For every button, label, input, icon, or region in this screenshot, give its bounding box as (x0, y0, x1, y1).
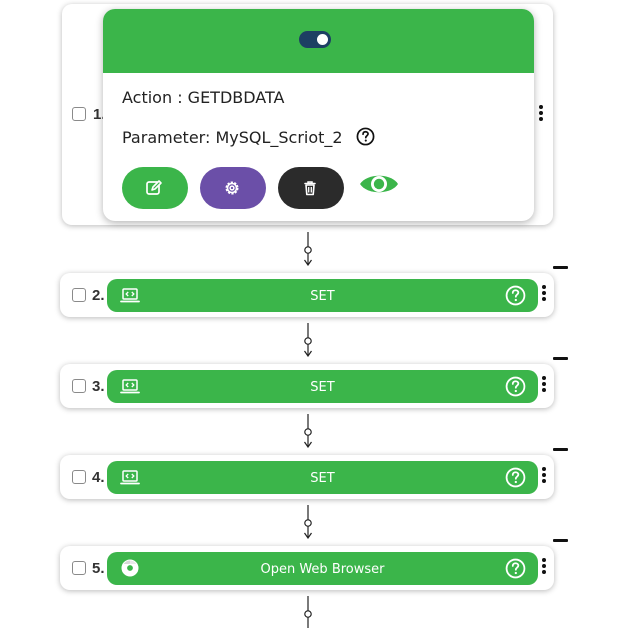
step-bar-set[interactable]: SET (107, 461, 538, 494)
help-icon[interactable] (505, 558, 526, 579)
delete-button[interactable] (278, 167, 344, 209)
step-label: SET (310, 471, 335, 486)
step-number-3: 3. (92, 378, 105, 395)
step-checkbox-4[interactable] (72, 470, 86, 484)
collapse-button[interactable] (553, 448, 568, 451)
step-checkbox-1[interactable] (72, 107, 86, 121)
step-menu-3[interactable] (541, 376, 547, 394)
step-checkbox-3[interactable] (72, 379, 86, 393)
action-text: Action : GETDBDATA (122, 88, 285, 107)
step-number-5: 5. (92, 560, 105, 577)
edit-button[interactable] (122, 167, 188, 209)
step-number-4: 4. (92, 469, 105, 486)
step-menu-5[interactable] (541, 558, 547, 576)
connector-arrow (304, 505, 312, 539)
step-menu-1[interactable] (538, 105, 544, 123)
enable-toggle[interactable] (299, 31, 331, 48)
parameter-text: Parameter: MySQL_Scriot_2 (122, 127, 375, 147)
connector-arrow (304, 323, 312, 357)
help-icon[interactable] (505, 285, 526, 306)
help-icon[interactable] (505, 376, 526, 397)
step-number-2: 2. (92, 287, 105, 304)
eye-icon[interactable] (359, 171, 399, 197)
step-bar-set[interactable]: SET (107, 279, 538, 312)
settings-button[interactable] (200, 167, 266, 209)
help-icon[interactable] (505, 467, 526, 488)
step-card-4: 4. SET (60, 455, 554, 499)
step-card-3: 3. SET (60, 364, 554, 408)
step-label: SET (310, 289, 335, 304)
trash-icon (304, 181, 316, 196)
help-icon[interactable] (356, 127, 375, 146)
step-bar-set[interactable]: SET (107, 370, 538, 403)
step-bar-open-web-browser[interactable]: Open Web Browser (107, 552, 538, 585)
step-checkbox-5[interactable] (72, 561, 86, 575)
collapse-button[interactable] (553, 357, 568, 360)
step-label: Open Web Browser (260, 562, 385, 577)
step-detail-header (103, 9, 534, 73)
gear-icon (225, 181, 239, 195)
step-checkbox-2[interactable] (72, 288, 86, 302)
step-detail-popover: Action : GETDBDATA Parameter: MySQL_Scri… (103, 9, 534, 221)
step-label: SET (310, 380, 335, 395)
edit-icon (146, 180, 162, 195)
step-menu-4[interactable] (541, 467, 547, 485)
step-menu-2[interactable] (541, 285, 547, 303)
connector-arrow (304, 232, 312, 266)
connector-arrow (304, 414, 312, 448)
collapse-button[interactable] (553, 266, 568, 269)
step-card-2: 2. SET (60, 273, 554, 317)
collapse-button[interactable] (553, 539, 568, 542)
step-card-5: 5. Open Web Browser (60, 546, 554, 590)
connector-arrow (304, 596, 312, 628)
parameter-value: Parameter: MySQL_Scriot_2 (122, 128, 343, 147)
